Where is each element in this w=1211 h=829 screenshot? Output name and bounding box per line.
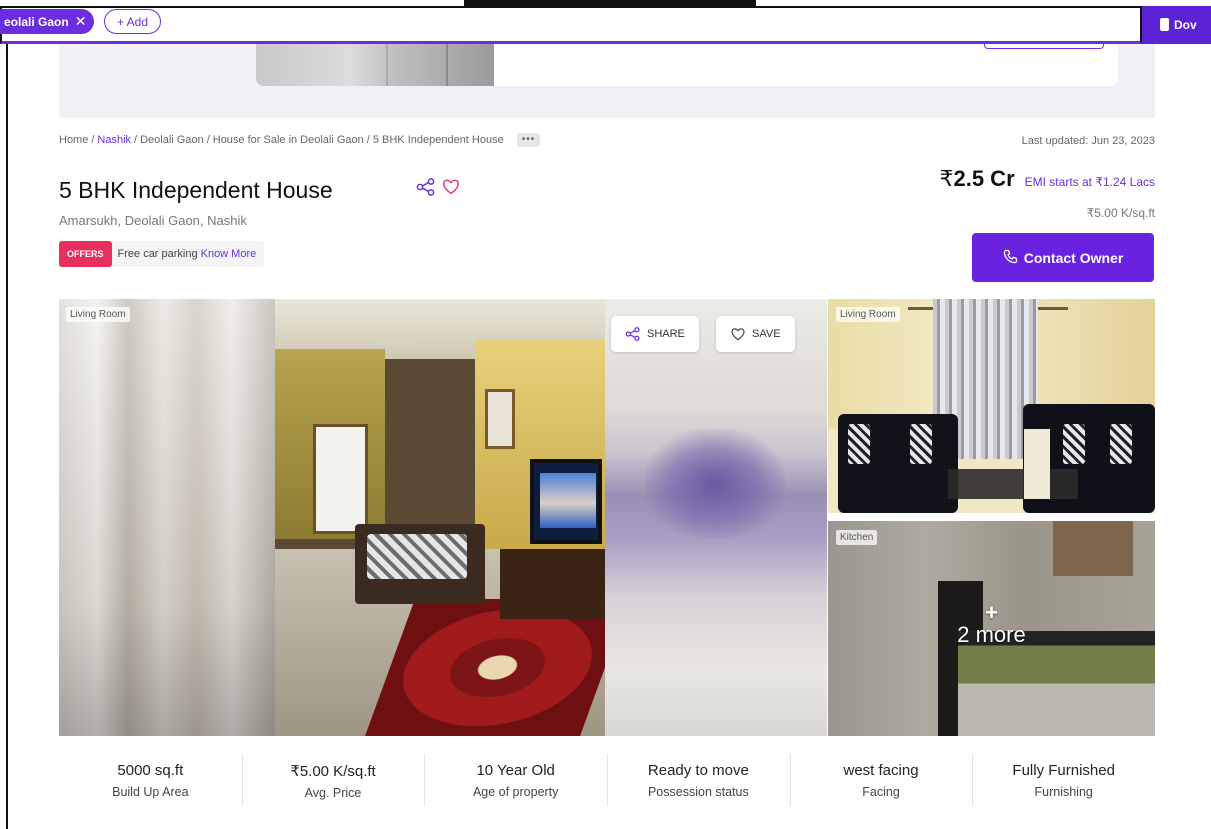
heart-icon[interactable]	[442, 178, 460, 201]
close-icon[interactable]: ✕	[75, 13, 87, 30]
phone-icon	[1003, 249, 1018, 267]
stat-value: west facing	[843, 762, 919, 779]
price-row: ₹2.5 Cr EMI starts at ₹1.24 Lacs	[939, 166, 1155, 192]
stat-label: Furnishing	[1034, 785, 1093, 799]
share-icon	[625, 327, 640, 341]
listing-address: Amarsukh, Deolali Gaon, Nashik	[59, 213, 247, 228]
download-button[interactable]: Dov	[1142, 6, 1211, 44]
offers-badge: OFFERS	[59, 241, 112, 267]
stat-build-up-area: 5000 sq.ft Build Up Area	[59, 752, 242, 808]
plus-icon: +	[985, 600, 998, 625]
photo-tag-kitchen: Kitchen	[836, 530, 878, 545]
stat-label: Build Up Area	[112, 785, 189, 799]
stat-value: Ready to move	[647, 762, 749, 779]
search-filter-bar	[0, 6, 1142, 44]
stat-label: Facing	[862, 785, 900, 799]
breadcrumb-category[interactable]: House for Sale in Deolali Gaon	[213, 134, 364, 146]
share-button[interactable]: SHARE	[611, 316, 699, 352]
gallery-side-photo-kitchen[interactable]: + 2 more	[828, 521, 1155, 736]
stat-age: 10 Year Old Age of property	[424, 752, 607, 808]
title-actions	[416, 178, 460, 201]
banner-button[interactable]	[984, 44, 1104, 49]
stat-avg-price: ₹5.00 K/sq.ft Avg. Price	[241, 752, 425, 808]
share-icon[interactable]	[416, 178, 436, 201]
contact-owner-label: Contact Owner	[1023, 249, 1124, 266]
property-stats: 5000 sq.ft Build Up Area ₹5.00 K/sq.ft A…	[59, 752, 1155, 808]
breadcrumb-city[interactable]: Nashik	[97, 134, 131, 146]
last-updated: Last updated: Jun 23, 2023	[1021, 135, 1155, 147]
breadcrumb-home[interactable]: Home	[59, 134, 88, 146]
gallery-photo-blurred-left[interactable]	[59, 299, 275, 736]
contact-owner-button[interactable]: Contact Owner	[972, 233, 1154, 282]
offer-row: OFFERS Free car parking Know More	[59, 241, 265, 267]
stat-value: Fully Furnished	[1012, 762, 1115, 779]
stat-label: Age of property	[472, 785, 559, 799]
save-button[interactable]: SAVE	[716, 316, 795, 352]
offer-text: Free car parking	[117, 248, 198, 260]
stat-value: 10 Year Old	[476, 762, 555, 779]
download-label: Dov	[1174, 18, 1197, 32]
add-location-button[interactable]: + Add	[104, 9, 162, 34]
location-chip-label: eolali Gaon	[4, 14, 69, 29]
know-more-link[interactable]: Know More	[201, 248, 257, 260]
window-edge	[6, 44, 8, 829]
gallery-photo-blurred-middle[interactable]	[605, 299, 827, 736]
gallery-side-photo-living-room[interactable]	[828, 299, 1155, 513]
stat-value: 5000 sq.ft	[117, 762, 184, 779]
top-bar: eolali Gaon ✕ + Add Dov	[0, 0, 1211, 44]
heart-icon	[731, 328, 745, 341]
emi-link[interactable]: EMI starts at ₹1.24 Lacs	[1025, 175, 1155, 189]
photo-tag-living-room-side: Living Room	[836, 307, 900, 322]
more-photos-label: 2 more	[957, 622, 1026, 647]
gallery-main-photo[interactable]	[275, 299, 605, 736]
listing-title: 5 BHK Independent House	[59, 177, 333, 203]
price-per-sqft: ₹5.00 K/sq.ft	[1086, 206, 1155, 220]
stat-possession: Ready to move Possession status	[607, 752, 790, 808]
save-label: SAVE	[752, 328, 781, 340]
stat-facing: west facing Facing	[789, 752, 973, 808]
photo-tag-living-room: Living Room	[66, 307, 130, 322]
photo-gallery: Living Room SHARE SAVE Living Room + 2 m…	[59, 299, 1155, 736]
stat-label: Avg. Price	[304, 786, 362, 800]
banner-image	[256, 44, 494, 86]
more-photos-button[interactable]: + 2 more	[828, 600, 1155, 647]
breadcrumb: Home / Nashik / Deolali Gaon / House for…	[59, 133, 541, 147]
breadcrumb-locality[interactable]: Deolali Gaon	[140, 134, 204, 146]
document-icon	[1160, 18, 1169, 31]
stat-value: ₹5.00 K/sq.ft	[290, 763, 376, 780]
breadcrumb-more-button[interactable]: •••	[516, 133, 541, 147]
breadcrumb-current: 5 BHK Independent House	[372, 134, 504, 146]
stat-label: Possession status	[647, 785, 749, 799]
share-label: SHARE	[647, 328, 685, 340]
location-chip[interactable]: eolali Gaon ✕	[0, 9, 95, 34]
stat-furnishing: Fully Furnished Furnishing	[972, 752, 1155, 808]
listing-price: ₹2.5 Cr	[939, 166, 1015, 191]
